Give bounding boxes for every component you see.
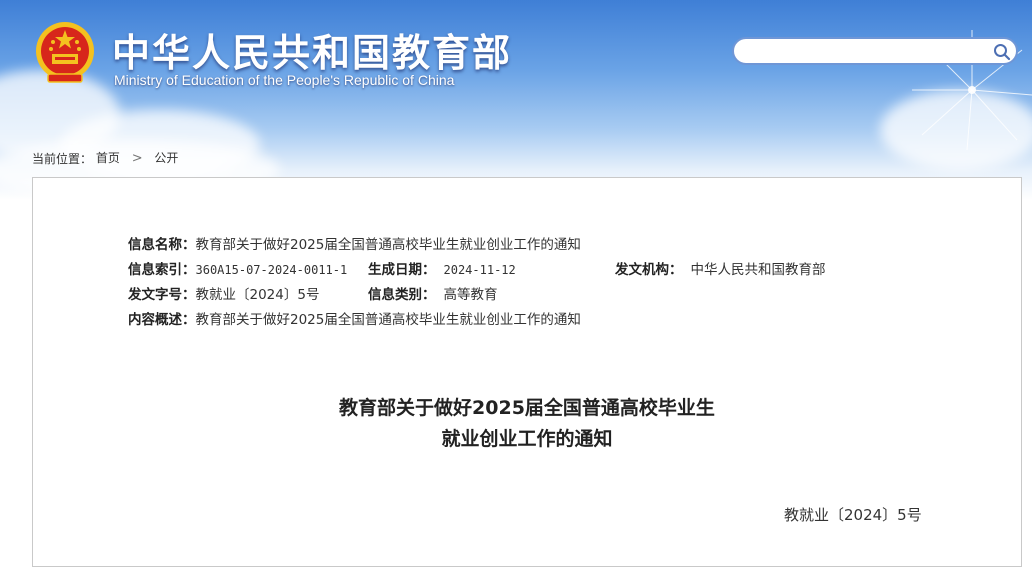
meta-summary-label: 内容概述： xyxy=(128,312,196,328)
header-banner: 中华人民共和国教育部 Ministry of Education of the … xyxy=(0,0,1032,200)
meta-doc-no-label: 发文字号： xyxy=(128,287,196,303)
search-input[interactable] xyxy=(746,39,990,65)
site-subtitle: Ministry of Education of the People's Re… xyxy=(114,72,455,88)
meta-row-summary: 内容概述：教育部关于做好2025届全国普通高校毕业生就业创业工作的通知 xyxy=(128,308,581,328)
national-emblem-icon xyxy=(36,22,94,83)
meta-index-value: 360A15-07-2024-0011-1 xyxy=(195,263,348,277)
meta-issuer-label: 发文机构： xyxy=(615,262,683,278)
meta-info-name-label: 信息名称： xyxy=(128,237,196,253)
meta-issuer-value: 中华人民共和国教育部 xyxy=(690,262,826,278)
document-title-line1: 教育部关于做好2025届全国普通高校毕业生 xyxy=(339,397,715,419)
meta-category-label: 信息类别： xyxy=(368,287,436,303)
meta-row-doc-no: 发文字号：教就业〔2024〕5号 xyxy=(128,283,319,303)
breadcrumb-public-link[interactable]: 公开 xyxy=(154,151,178,165)
meta-index-label: 信息索引： xyxy=(128,262,196,278)
document-title-line2: 就业创业工作的通知 xyxy=(441,428,613,450)
document-number: 教就业〔2024〕5号 xyxy=(784,506,922,524)
breadcrumb-prefix: 当前位置： xyxy=(32,152,93,166)
meta-row-date: 生成日期： 2024-11-12 xyxy=(368,258,516,278)
meta-row-info-name: 信息名称：教育部关于做好2025届全国普通高校毕业生就业创业工作的通知 xyxy=(128,233,581,253)
meta-info-name-value: 教育部关于做好2025届全国普通高校毕业生就业创业工作的通知 xyxy=(195,237,581,253)
meta-doc-no-value: 教就业〔2024〕5号 xyxy=(195,287,320,303)
site-title: 中华人民共和国教育部 xyxy=(112,31,513,75)
breadcrumb: 当前位置： 首页 > 公开 xyxy=(32,149,178,167)
breadcrumb-home-link[interactable]: 首页 xyxy=(96,151,120,165)
meta-row-index: 信息索引：360A15-07-2024-0011-1 xyxy=(128,258,347,278)
meta-category-value: 高等教育 xyxy=(443,287,498,303)
document-panel: 信息名称：教育部关于做好2025届全国普通高校毕业生就业创业工作的通知 信息索引… xyxy=(32,177,1022,567)
document-title: 教育部关于做好2025届全国普通高校毕业生 就业创业工作的通知 xyxy=(33,393,1021,455)
meta-summary-value: 教育部关于做好2025届全国普通高校毕业生就业创业工作的通知 xyxy=(195,312,581,328)
meta-date-value: 2024-11-12 xyxy=(443,263,516,277)
breadcrumb-separator: > xyxy=(131,151,143,166)
search-icon[interactable] xyxy=(992,42,1012,62)
meta-date-label: 生成日期： xyxy=(368,262,436,278)
meta-row-issuer: 发文机构： 中华人民共和国教育部 xyxy=(615,258,826,278)
search-box xyxy=(732,37,1018,65)
meta-row-category: 信息类别： 高等教育 xyxy=(368,283,498,303)
